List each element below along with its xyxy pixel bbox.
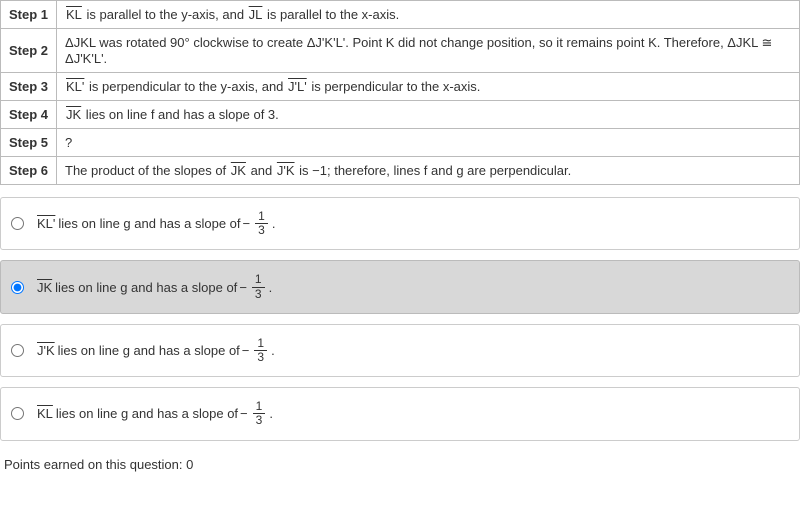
radio-input[interactable] [11,281,24,294]
step-content: KL' is perpendicular to the y-axis, and … [57,73,800,101]
table-row: Step 1 KL is parallel to the y-axis, and… [1,1,800,29]
segment-overline: JK [230,163,247,178]
option-text: KL' lies on line g and has a slope of − … [36,210,275,237]
segment-overline: JK [36,280,53,295]
step-label: Step 4 [1,101,57,129]
segment-overline: KL' [36,216,56,231]
option-text: JK lies on line g and has a slope of − 1… [36,273,272,300]
step-content: JK lies on line f and has a slope of 3. [57,101,800,129]
table-row: Step 5 ? [1,129,800,157]
step-content: ? [57,129,800,157]
fraction: 1 3 [253,400,266,427]
segment-overline: J'L' [287,79,308,94]
answer-option-c[interactable]: J'K lies on line g and has a slope of − … [0,324,800,377]
table-row: Step 6 The product of the slopes of JK a… [1,157,800,185]
step-label: Step 6 [1,157,57,185]
step-label: Step 3 [1,73,57,101]
answer-option-b[interactable]: JK lies on line g and has a slope of − 1… [0,260,800,313]
segment-overline: JL [248,7,264,22]
fraction: 1 3 [252,273,265,300]
fraction: 1 3 [254,337,267,364]
radio-input[interactable] [11,217,24,230]
step-label: Step 2 [1,29,57,73]
segment-overline: KL' [65,79,85,94]
option-text: KL lies on line g and has a slope of − 1… [36,400,273,427]
step-label: Step 1 [1,1,57,29]
segment-overline: J'K [36,343,56,358]
segment-overline: J'K [276,163,296,178]
radio-input[interactable] [11,344,24,357]
step-label: Step 5 [1,129,57,157]
step-content: KL is parallel to the y-axis, and JL is … [57,1,800,29]
segment-overline: KL [65,7,83,22]
steps-table: Step 1 KL is parallel to the y-axis, and… [0,0,800,185]
answer-option-d[interactable]: KL lies on line g and has a slope of − 1… [0,387,800,440]
fraction: 1 3 [255,210,268,237]
table-row: Step 2 ΔJKL was rotated 90° clockwise to… [1,29,800,73]
step-content: ΔJKL was rotated 90° clockwise to create… [57,29,800,73]
options-container: KL' lies on line g and has a slope of − … [0,197,800,441]
radio-input[interactable] [11,407,24,420]
step-content: The product of the slopes of JK and J'K … [57,157,800,185]
segment-overline: JK [65,107,82,122]
points-earned: Points earned on this question: 0 [0,451,800,478]
table-row: Step 4 JK lies on line f and has a slope… [1,101,800,129]
table-row: Step 3 KL' is perpendicular to the y-axi… [1,73,800,101]
option-text: J'K lies on line g and has a slope of − … [36,337,275,364]
answer-option-a[interactable]: KL' lies on line g and has a slope of − … [0,197,800,250]
segment-overline: KL [36,406,54,421]
